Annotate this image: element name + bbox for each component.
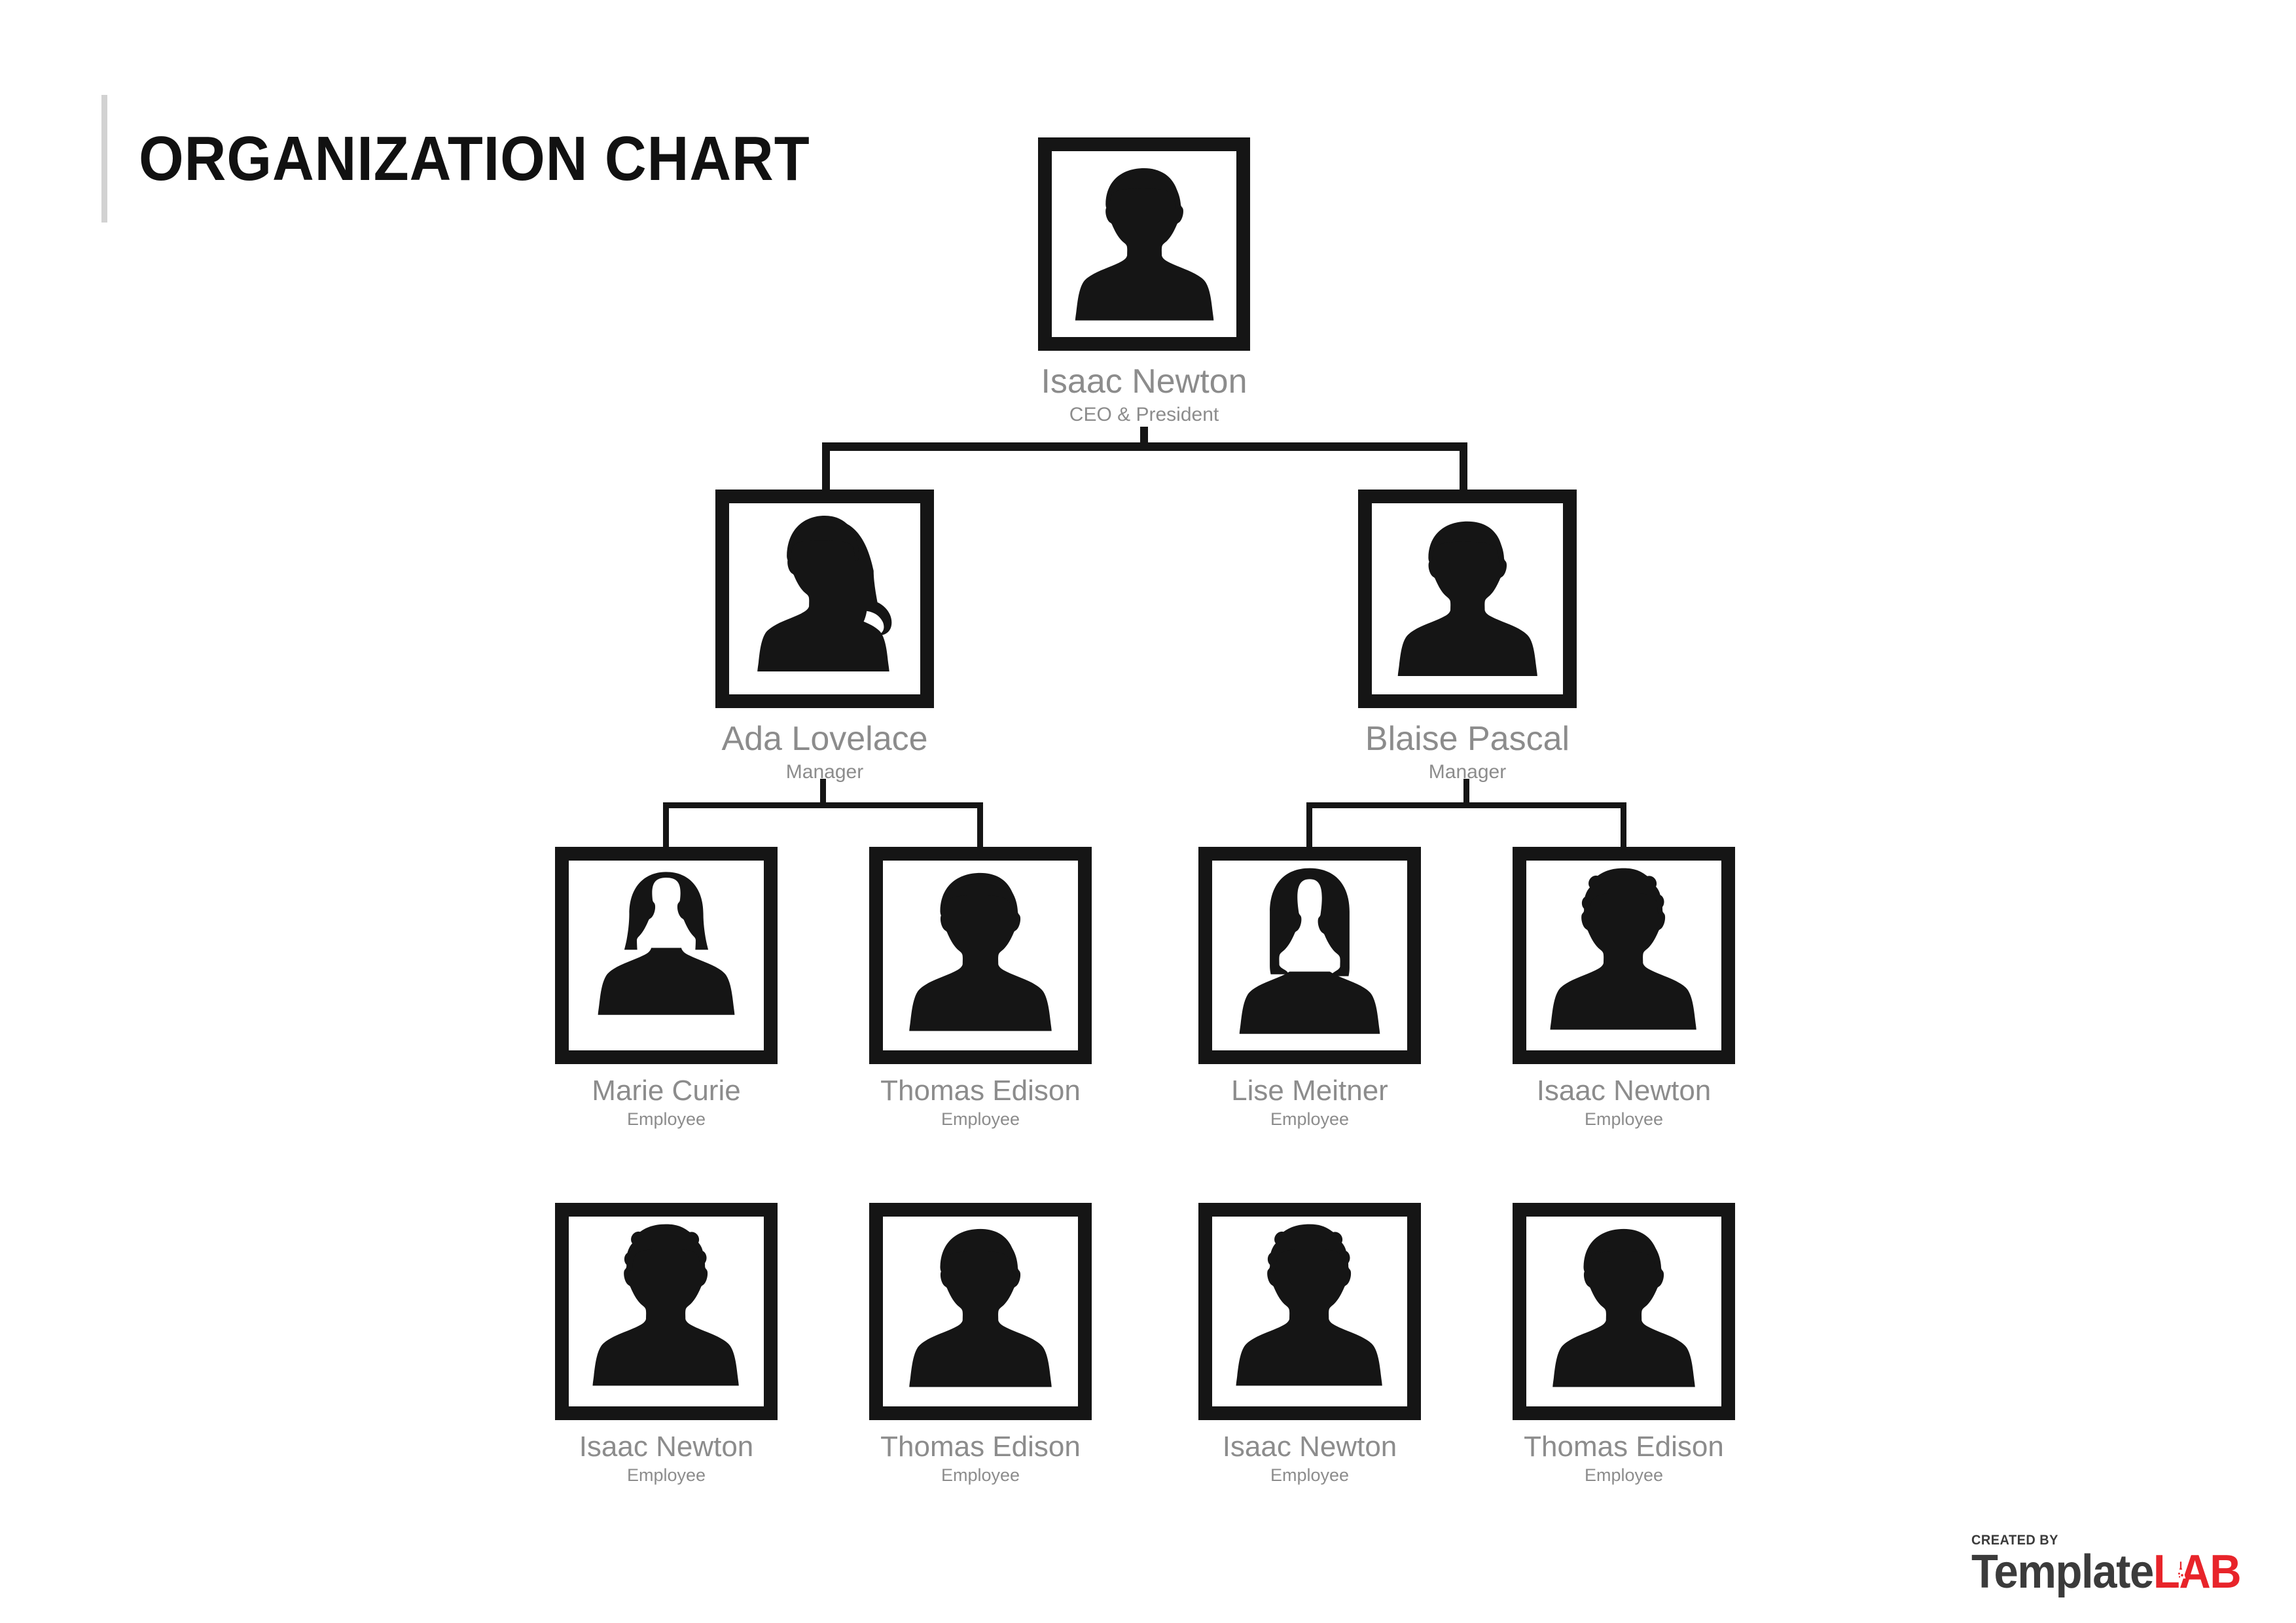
connector-drop-marie-curie	[663, 802, 669, 847]
avatar-photo-frame	[1358, 490, 1577, 708]
node-name: Thomas Edison	[1524, 1431, 1724, 1463]
title-accent-bar	[101, 95, 107, 223]
node-role: Employee	[941, 1109, 1020, 1130]
logo-created-by-label: CREATED BY	[1971, 1533, 2058, 1548]
male-curly-silhouette-icon	[1075, 168, 1214, 321]
avatar-photo-frame	[555, 847, 778, 1064]
node-name: Lise Meitner	[1231, 1075, 1388, 1107]
connector-drop-isaac-newton-emp	[1621, 802, 1626, 847]
node-name: Thomas Edison	[880, 1075, 1081, 1107]
logo-wordmark: Template LAB	[1971, 1546, 2242, 1598]
node-name: Isaac Newton	[1041, 363, 1247, 401]
page-title-block: ORGANIZATION CHART	[101, 95, 869, 223]
avatar-photo-frame	[1513, 847, 1735, 1064]
connector-drop-lise-meitner	[1306, 802, 1312, 847]
male-short-silhouette-icon	[909, 1228, 1052, 1387]
avatar-photo-frame	[869, 847, 1092, 1064]
male-curly-silhouette-icon	[592, 1224, 739, 1386]
avatar-photo-frame	[1038, 137, 1250, 351]
org-node-employee-lise-meitner[interactable]: Lise Meitner Employee	[1198, 847, 1421, 1130]
node-name: Isaac Newton	[579, 1431, 754, 1463]
logo-lab-text: LAB	[2153, 1546, 2242, 1598]
connector-drop-blaise-pascal	[1460, 442, 1467, 491]
node-name: Thomas Edison	[880, 1431, 1081, 1463]
org-node-employee-thomas-edison-2[interactable]: Thomas Edison Employee	[869, 1203, 1092, 1486]
org-node-employee-marie-curie[interactable]: Marie Curie Employee	[555, 847, 778, 1130]
org-node-ceo[interactable]: Isaac Newton CEO & President	[1038, 137, 1250, 427]
male-short-silhouette-icon	[1397, 521, 1537, 676]
org-node-employee-thomas-edison-1[interactable]: Thomas Edison Employee	[869, 847, 1092, 1130]
org-node-manager-blaise-pascal[interactable]: Blaise Pascal Manager	[1358, 490, 1577, 784]
connector-drop-thomas-edison-1	[977, 802, 983, 847]
avatar-photo-frame	[869, 1203, 1092, 1420]
female-long-hair-silhouette-icon	[1239, 868, 1380, 1034]
node-role: Employee	[1270, 1109, 1350, 1130]
connector-bus-level2	[822, 442, 1467, 451]
node-role: Employee	[626, 1109, 706, 1130]
avatar-photo-frame	[1513, 1203, 1735, 1420]
female-ponytail-silhouette-icon	[757, 515, 892, 671]
node-role: Employee	[626, 1465, 706, 1486]
avatar-photo-frame	[1198, 847, 1421, 1064]
page-title: ORGANIZATION CHART	[139, 123, 810, 194]
node-name: Ada Lovelace	[721, 720, 928, 758]
org-node-employee-isaac-newton-3[interactable]: Isaac Newton Employee	[1198, 1203, 1421, 1486]
node-name: Isaac Newton	[1536, 1075, 1712, 1107]
organization-chart-page: ORGANIZATION CHART Isaac Newton CEO & Pr…	[0, 0, 2296, 1623]
avatar-photo-frame	[1198, 1203, 1421, 1420]
node-name: Marie Curie	[592, 1075, 741, 1107]
node-role: Employee	[1270, 1465, 1350, 1486]
templatelab-logo[interactable]: CREATED BY Template LAB	[1971, 1533, 2261, 1596]
connector-bus-ada-children	[663, 802, 983, 808]
node-role: CEO & President	[1069, 404, 1219, 426]
org-node-employee-isaac-newton-1[interactable]: Isaac Newton Employee	[1513, 847, 1735, 1130]
node-role: Employee	[1584, 1465, 1664, 1486]
flask-icon	[2176, 1561, 2185, 1578]
female-bob-silhouette-icon	[598, 872, 735, 1015]
node-role: Employee	[1584, 1109, 1664, 1130]
connector-drop-ada-lovelace	[822, 442, 830, 491]
org-node-manager-ada-lovelace[interactable]: Ada Lovelace Manager	[715, 490, 934, 784]
male-curly-silhouette-icon	[1550, 868, 1696, 1030]
male-short-silhouette-icon	[909, 872, 1052, 1031]
org-node-employee-isaac-newton-2[interactable]: Isaac Newton Employee	[555, 1203, 778, 1486]
avatar-photo-frame	[715, 490, 934, 708]
male-short-silhouette-icon	[1552, 1228, 1695, 1387]
logo-template-text: Template	[1971, 1546, 2154, 1598]
org-node-employee-thomas-edison-3[interactable]: Thomas Edison Employee	[1513, 1203, 1735, 1486]
node-role: Employee	[941, 1465, 1020, 1486]
node-role: Manager	[1428, 761, 1507, 783]
node-name: Isaac Newton	[1222, 1431, 1397, 1463]
connector-bus-blaise-children	[1306, 802, 1626, 808]
node-name: Blaise Pascal	[1365, 720, 1570, 758]
node-role: Manager	[785, 761, 864, 783]
avatar-photo-frame	[555, 1203, 778, 1420]
logo-lab-letters: LAB	[2153, 1546, 2242, 1598]
male-curly-silhouette-icon	[1236, 1224, 1382, 1386]
